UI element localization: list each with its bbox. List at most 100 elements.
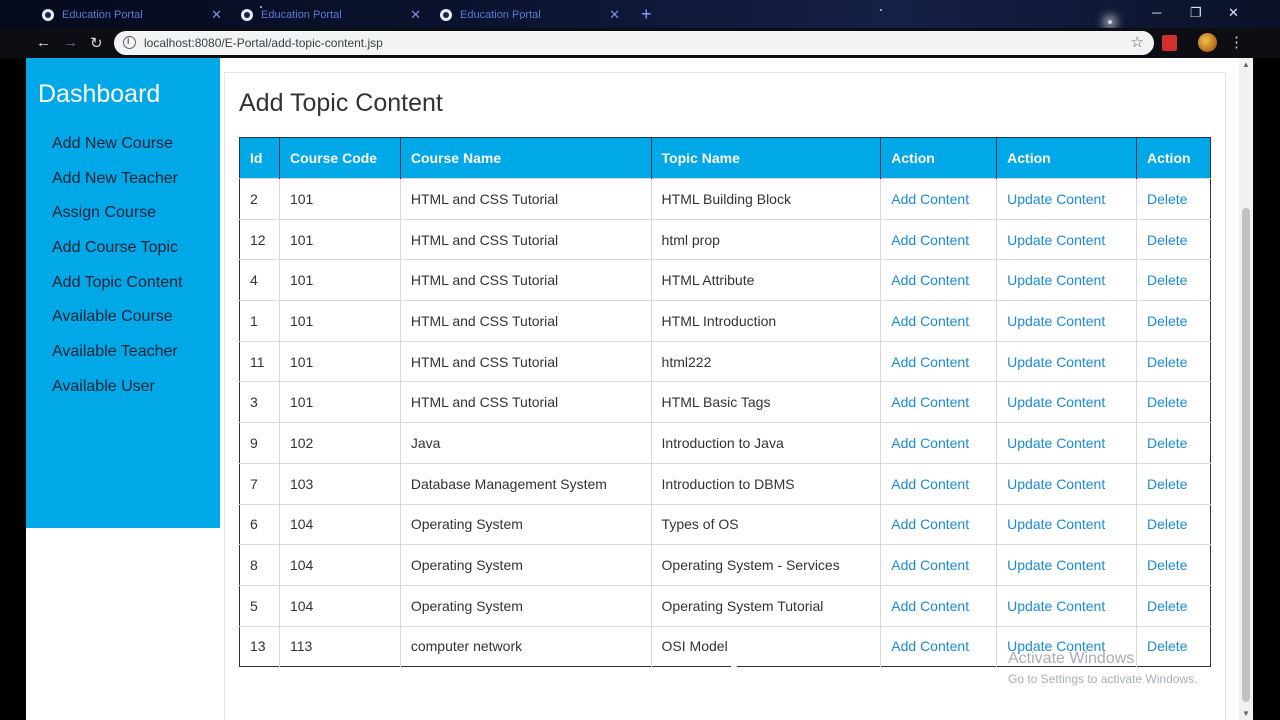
column-header-course-name: Course Name bbox=[400, 137, 652, 179]
back-icon[interactable]: ← bbox=[36, 34, 51, 51]
update-content-link[interactable]: Update Content bbox=[996, 503, 1137, 545]
browser-tab[interactable]: Education Portal ✕ bbox=[428, 4, 624, 26]
column-header-id: Id bbox=[239, 137, 280, 179]
cell-topic-name: Introduction to Java bbox=[651, 422, 882, 464]
sidebar-item-add-new-course[interactable]: Add New Course bbox=[52, 132, 182, 167]
update-content-link[interactable]: Update Content bbox=[996, 218, 1137, 260]
add-content-link[interactable]: Add Content bbox=[880, 178, 998, 220]
update-content-link[interactable]: Update Content bbox=[996, 340, 1137, 382]
cell-id: 8 bbox=[239, 544, 280, 586]
delete-link[interactable]: Delete bbox=[1136, 503, 1211, 545]
cell-course-code: 101 bbox=[279, 381, 401, 423]
delete-link[interactable]: Delete bbox=[1136, 422, 1211, 464]
delete-link[interactable]: Delete bbox=[1136, 300, 1211, 342]
cell-course-code: 101 bbox=[279, 340, 401, 382]
delete-link[interactable]: Delete bbox=[1136, 259, 1211, 301]
browser-tab[interactable]: Education Portal ✕ bbox=[229, 4, 425, 26]
cell-id: 9 bbox=[239, 422, 280, 464]
cell-id: 12 bbox=[239, 218, 280, 260]
star-decoration bbox=[1108, 20, 1112, 24]
reload-icon[interactable]: ↻ bbox=[90, 34, 103, 52]
topics-table: Id Course Code Course Name Topic Name Ac… bbox=[239, 137, 1211, 668]
cell-course-code: 104 bbox=[279, 584, 401, 627]
add-content-link[interactable]: Add Content bbox=[880, 381, 998, 423]
url-text[interactable]: localhost:8080/E-Portal/add-topic-conten… bbox=[144, 36, 383, 50]
watermark-title: Activate Windows bbox=[1008, 650, 1135, 667]
sidebar-item-available-user[interactable]: Available User bbox=[52, 375, 182, 410]
add-content-link[interactable]: Add Content bbox=[880, 544, 998, 586]
close-icon[interactable]: ✕ bbox=[211, 7, 222, 23]
table-row: 1 101 HTML and CSS Tutorial HTML Introducti… bbox=[239, 300, 1211, 342]
sidebar-item-assign-course[interactable]: Assign Course bbox=[52, 201, 182, 236]
cell-topic-name: HTML Attribute bbox=[651, 259, 882, 301]
add-content-link[interactable]: Add Content bbox=[880, 218, 998, 260]
delete-link[interactable]: Delete bbox=[1136, 340, 1211, 382]
minimize-icon[interactable]: ─ bbox=[1152, 5, 1161, 20]
update-content-link[interactable]: Update Content bbox=[996, 544, 1137, 586]
add-content-link[interactable]: Add Content bbox=[880, 503, 998, 545]
delete-link[interactable]: Delete bbox=[1136, 584, 1211, 627]
window-close-icon[interactable]: ✕ bbox=[1228, 5, 1239, 21]
update-content-link[interactable]: Update Content bbox=[996, 178, 1137, 220]
maximize-icon[interactable]: ❐ bbox=[1190, 5, 1202, 21]
sidebar-item-add-topic-content[interactable]: Add Topic Content bbox=[52, 271, 182, 306]
sidebar-item-available-course[interactable]: Available Course bbox=[52, 305, 182, 340]
update-content-link[interactable]: Update Content bbox=[996, 381, 1137, 423]
update-content-link[interactable]: Update Content bbox=[996, 584, 1137, 627]
column-header-action: Action bbox=[880, 137, 998, 179]
cell-course-code: 101 bbox=[279, 178, 401, 220]
delete-link[interactable]: Delete bbox=[1136, 544, 1211, 586]
globe-icon bbox=[42, 9, 54, 21]
scroll-up-icon[interactable]: ▲ bbox=[1242, 60, 1250, 69]
delete-link[interactable]: Delete bbox=[1136, 178, 1211, 220]
update-content-link[interactable]: Update Content bbox=[996, 259, 1137, 301]
address-bar[interactable]: localhost:8080/E-Portal/add-topic-conten… bbox=[114, 31, 1154, 55]
pdf-extension-icon[interactable] bbox=[1162, 35, 1177, 51]
page-scrollbar[interactable]: ▲ ▼ bbox=[1239, 58, 1253, 720]
add-content-link[interactable]: Add Content bbox=[880, 422, 998, 464]
sidebar-item-add-new-teacher[interactable]: Add New Teacher bbox=[52, 167, 182, 202]
new-tab-icon[interactable]: + bbox=[641, 4, 652, 25]
add-content-link[interactable]: Add Content bbox=[880, 340, 998, 382]
add-content-link[interactable]: Add Content bbox=[880, 300, 998, 342]
add-content-link[interactable]: Add Content bbox=[880, 462, 998, 504]
globe-icon bbox=[241, 9, 253, 21]
delete-link[interactable]: Delete bbox=[1136, 218, 1211, 260]
mouse-cursor-icon bbox=[731, 655, 737, 667]
info-icon[interactable] bbox=[123, 36, 136, 49]
tab-label: Education Portal bbox=[62, 9, 143, 21]
profile-avatar[interactable] bbox=[1198, 33, 1217, 52]
globe-icon bbox=[440, 9, 452, 21]
add-content-link[interactable]: Add Content bbox=[880, 259, 998, 301]
add-content-link[interactable]: Add Content bbox=[880, 625, 998, 667]
table-row: 11 101 HTML and CSS Tutorial html222 Add Con… bbox=[239, 340, 1211, 382]
cell-course-name: HTML and CSS Tutorial bbox=[400, 218, 652, 260]
column-header-action: Action bbox=[996, 137, 1137, 179]
delete-link[interactable]: Delete bbox=[1136, 381, 1211, 423]
scrollbar-thumb[interactable] bbox=[1242, 208, 1250, 702]
tab-label: Education Portal bbox=[460, 9, 541, 21]
forward-icon[interactable]: → bbox=[63, 34, 78, 51]
bookmark-star-icon[interactable]: ☆ bbox=[1131, 33, 1144, 51]
browser-tab[interactable]: Education Portal ✕ bbox=[30, 4, 226, 26]
close-icon[interactable]: ✕ bbox=[410, 7, 421, 23]
sidebar-brand[interactable]: Dashboard bbox=[38, 80, 160, 109]
cell-topic-name: Operating System Tutorial bbox=[651, 584, 882, 627]
scroll-down-icon[interactable]: ▼ bbox=[1242, 709, 1250, 718]
add-content-link[interactable]: Add Content bbox=[880, 584, 998, 627]
cell-topic-name: Introduction to DBMS bbox=[651, 462, 882, 504]
cell-course-name: HTML and CSS Tutorial bbox=[400, 381, 652, 423]
cell-course-name: Java bbox=[400, 422, 652, 464]
column-header-topic-name: Topic Name bbox=[651, 137, 882, 179]
sidebar-item-available-teacher[interactable]: Available Teacher bbox=[52, 340, 182, 375]
browser-menu-icon[interactable]: ⋮ bbox=[1229, 33, 1244, 51]
update-content-link[interactable]: Update Content bbox=[996, 422, 1137, 464]
close-icon[interactable]: ✕ bbox=[609, 7, 620, 23]
delete-link[interactable]: Delete bbox=[1136, 462, 1211, 504]
cell-course-code: 102 bbox=[279, 422, 401, 464]
tab-label: Education Portal bbox=[261, 9, 342, 21]
page-viewport: Dashboard Add New Course Add New Teacher… bbox=[26, 58, 1253, 720]
sidebar-item-add-course-topic[interactable]: Add Course Topic bbox=[52, 236, 182, 271]
update-content-link[interactable]: Update Content bbox=[996, 462, 1137, 504]
update-content-link[interactable]: Update Content bbox=[996, 300, 1137, 342]
